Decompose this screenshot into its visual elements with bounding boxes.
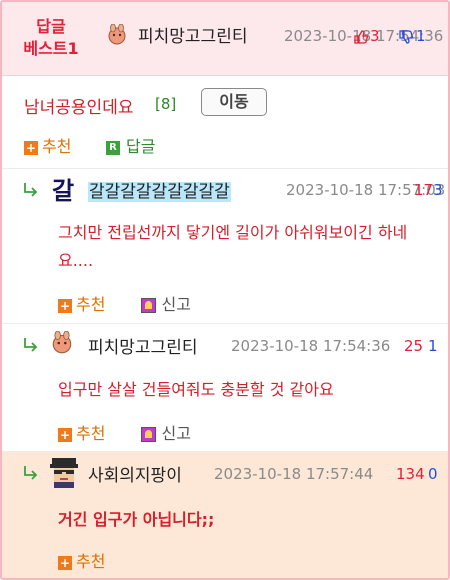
- reply-arrow-icon: [24, 338, 38, 352]
- comment-upvotes: 17: [414, 181, 434, 199]
- thumbs-down-icon: [399, 30, 414, 44]
- plus-icon: +: [58, 555, 72, 570]
- comment-nickname[interactable]: 피치망고그린티: [88, 333, 197, 358]
- thumbs-up-icon: [354, 30, 369, 44]
- post-recommend-button[interactable]: + 추천: [24, 133, 72, 156]
- peach-avatar-icon: [52, 331, 72, 354]
- post-reply-button[interactable]: R 답글: [106, 133, 155, 157]
- comment-downvotes: 1: [428, 337, 438, 355]
- best-reply-downvotes: 1: [416, 27, 426, 45]
- reply-arrow-icon: [24, 466, 38, 480]
- comment-date: 2023-10-18 17:54:36: [231, 337, 391, 355]
- plus-icon: +: [58, 298, 72, 313]
- reply-r-icon: R: [106, 140, 120, 155]
- comment-report-button[interactable]: 신고: [140, 291, 191, 315]
- comment-recommend-button[interactable]: + 추천: [58, 552, 105, 571]
- best-label-line1: 답글: [36, 17, 66, 36]
- comment-nickname[interactable]: 갈갈갈갈갈갈갈갈갈: [88, 177, 231, 202]
- gal-character-icon: 갈: [52, 177, 74, 203]
- best-reply-badge: 답글 베스트1: [16, 16, 86, 60]
- comment-item: 갈 갈갈갈갈갈갈갈갈갈 2023-10-18 17:57:03 17 3 그치만…: [2, 168, 448, 322]
- comment-item: 사회의지팡이 2023-10-18 17:57:44 134 0 거긴 입구가 …: [2, 451, 448, 578]
- comment-item: 피치망고그린티 2023-10-18 17:54:36 25 1 입구만 살살 …: [2, 323, 448, 451]
- best-reply-upvotes: 3: [370, 27, 380, 45]
- comment-actions: + 추천 신고: [58, 291, 191, 315]
- post-title-link[interactable]: 남녀공용인데요: [24, 93, 133, 118]
- comment-nickname-text: 갈갈갈갈갈갈갈갈갈: [88, 182, 231, 202]
- reply-arrow-icon: [24, 183, 38, 197]
- reply-count: [8]: [155, 95, 177, 113]
- comment-actions: + 추천 신고: [58, 420, 191, 444]
- best-reply-row[interactable]: 답글 베스트1 피치망고그린티 2023-10-18 17:54:36 3 1: [2, 2, 448, 76]
- comment-actions: + 추천: [58, 548, 105, 572]
- move-button[interactable]: 이동: [201, 88, 267, 116]
- post-reply-label: 답글: [126, 137, 156, 156]
- comment-upvotes: 25: [404, 337, 424, 355]
- comment-report-label: 신고: [161, 424, 191, 443]
- comment-recommend-button[interactable]: + 추천: [58, 424, 105, 443]
- best-reply-nickname[interactable]: 피치망고그린티: [138, 22, 247, 47]
- plus-icon: +: [24, 140, 38, 155]
- peach-avatar-icon: [108, 24, 126, 45]
- pixel-character-avatar-icon: [50, 458, 78, 488]
- comment-text: 입구만 살살 건들여줘도 충분할 것 같아요: [58, 380, 334, 399]
- plus-icon: +: [58, 427, 72, 442]
- comment-report-label: 신고: [161, 295, 191, 314]
- report-siren-icon: [140, 298, 156, 313]
- comment-text: 그치만 전립선까지 닿기엔 길이가 아쉬워보이긴 하네요....: [58, 223, 408, 270]
- comment-recommend-button[interactable]: + 추천: [58, 295, 105, 314]
- svg-text:갈: 갈: [52, 177, 74, 203]
- comment-recommend-label: 추천: [76, 295, 106, 314]
- comment-text: 거긴 입구가 아닙니다;;: [58, 510, 215, 529]
- comment-date: 2023-10-18 17:57:44: [214, 465, 374, 483]
- comment-downvotes: 3: [433, 181, 443, 199]
- comment-recommend-label: 추천: [76, 424, 106, 443]
- report-siren-icon: [140, 427, 156, 442]
- best-label-line2: 베스트1: [23, 39, 79, 58]
- comment-downvotes: 0: [428, 465, 438, 483]
- comment-upvotes: 134: [396, 465, 425, 483]
- comment-recommend-label: 추천: [76, 552, 106, 571]
- comment-report-button[interactable]: 신고: [140, 420, 191, 444]
- comment-nickname[interactable]: 사회의지팡이: [88, 461, 182, 486]
- post-recommend-label: 추천: [42, 137, 72, 156]
- comment-panel: 답글 베스트1 피치망고그린티 2023-10-18 17:54:36 3 1 …: [0, 0, 450, 580]
